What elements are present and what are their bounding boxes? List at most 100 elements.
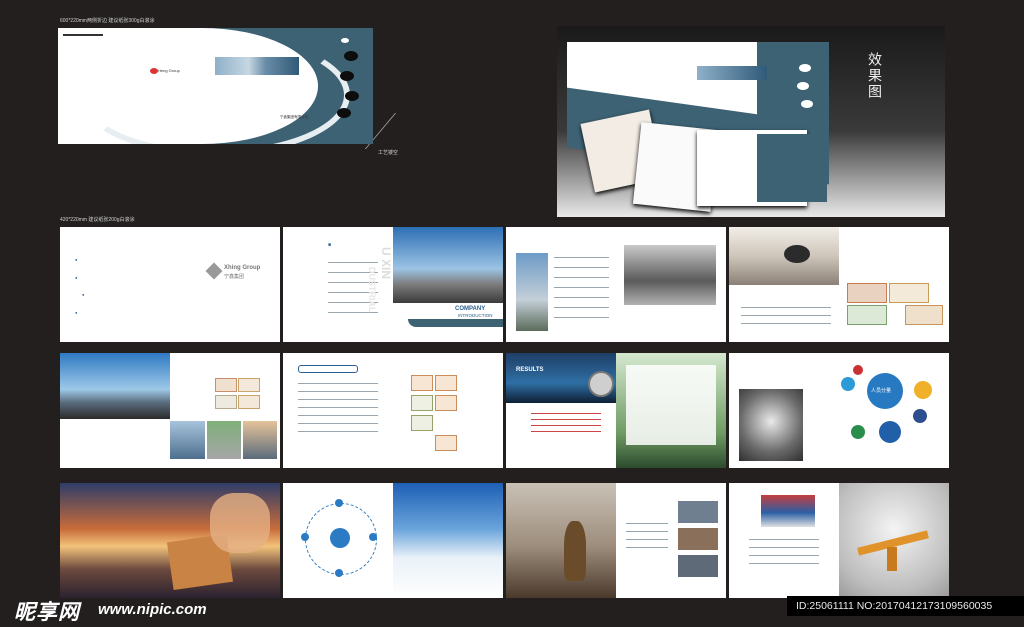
render-hole: [797, 82, 809, 90]
ring-dot: [301, 533, 309, 541]
section-tag: [298, 365, 358, 373]
text-line: [554, 297, 609, 299]
cover-logo-text: Heng Group: [158, 68, 180, 73]
certificate: [435, 375, 457, 391]
cutout-hole: [344, 51, 358, 61]
stopwatch-photo: [588, 371, 614, 397]
building-thumb: [170, 421, 205, 459]
certificate: [215, 378, 237, 392]
spread-people: 人员分量: [729, 353, 949, 468]
results-heading: RESULTS: [516, 367, 544, 373]
cutout-hole: [345, 91, 359, 101]
text-line: [554, 317, 609, 319]
text-line: [554, 307, 609, 309]
text-line: [554, 277, 609, 279]
bubble: [914, 381, 932, 399]
spread-results: RESULTS: [506, 353, 726, 468]
text-line: [298, 423, 378, 425]
certificate: [411, 415, 433, 431]
vase-shape: [564, 521, 586, 581]
image-id-box: ID:25061111 NO:20170412173109560035: [787, 596, 1024, 616]
certificate: [889, 283, 929, 303]
certificate: [215, 395, 237, 409]
text-line: [554, 287, 609, 289]
cover-building-photo: [215, 57, 299, 75]
ring-dot: [369, 533, 377, 541]
toc-item: ●: [82, 292, 85, 297]
text-line: [298, 407, 378, 409]
group-logo-en: Xhing Group: [224, 265, 261, 271]
certificate: [411, 395, 433, 411]
cutout-hole: [340, 71, 354, 81]
team-photo: [678, 528, 718, 550]
cover-flat: Heng Group 宁鑫集团有限公司: [58, 28, 373, 144]
intro-sub: INTRODUCTION: [458, 313, 493, 318]
certificate: [435, 435, 457, 451]
text-line: [298, 431, 378, 433]
certificate: [411, 375, 433, 391]
bubble: [913, 409, 927, 423]
spread-honor: [729, 227, 949, 342]
inner-spec-label: 420*220mm 建议纸张200g白滚涂: [60, 217, 135, 223]
intro-heading: COMPANY: [455, 306, 486, 312]
cover-arc: [78, 34, 350, 144]
text-line: [749, 547, 819, 549]
spread-staff: [729, 483, 949, 598]
text-line: [749, 555, 819, 557]
seesaw-base: [887, 547, 897, 571]
text-line: [626, 523, 668, 525]
tower-photo: [516, 253, 548, 331]
spread-culture: [506, 483, 726, 598]
cover-spec-label: 600*220mm两侧折边 建议纸张300g白滚涂: [60, 18, 155, 24]
people-label: 人员分量: [871, 388, 892, 394]
buildings-photo: [60, 353, 170, 419]
cutout-hole: [337, 108, 351, 118]
certificate: [847, 283, 887, 303]
text-line: [554, 267, 609, 269]
hand-shape: [784, 245, 810, 263]
spread-values: [283, 483, 503, 598]
cover-logo-icon: [150, 68, 158, 74]
bubble: [853, 365, 863, 375]
vase-photo: [506, 483, 616, 598]
effect-title: 效果图: [867, 52, 883, 100]
certificate: [905, 305, 943, 325]
spread-text-certs: [283, 353, 503, 468]
render-back: [757, 134, 827, 202]
text-line: [531, 431, 601, 433]
toc-item: ●: [75, 310, 78, 315]
render-cover-right: [757, 42, 829, 142]
toc-item: ●: [75, 275, 78, 280]
bubble: [879, 421, 901, 443]
certificate: [847, 305, 887, 325]
watermark-site-cn: 昵享网: [14, 601, 80, 624]
spread-toc: ● ● ● ● Xhing Group 宁鑫集团: [60, 227, 280, 342]
cover-back-logo: [341, 38, 349, 43]
text-line: [626, 547, 668, 549]
certificate: [238, 378, 260, 392]
certificate: [238, 395, 260, 409]
fists-photo: [739, 389, 803, 461]
results-table: [626, 365, 716, 445]
group-logo-icon: [205, 262, 223, 280]
text-line: [741, 315, 831, 317]
text-line: [298, 415, 378, 417]
text-line: [298, 383, 378, 385]
ring-dot: [335, 569, 343, 577]
watermark-site-url: www.nipic.com: [98, 601, 207, 618]
text-line: [749, 563, 819, 565]
ring-dot: [335, 499, 343, 507]
spread-buildings: [60, 353, 280, 468]
craft-note-label: 工艺镂空: [378, 150, 399, 156]
team-photo: [678, 501, 718, 523]
text-line: [741, 323, 831, 325]
spread-intro: ■ U XIN DUSTRIAL COMPANY INTRODUCTION: [283, 227, 503, 342]
cover-top-bar: [63, 34, 103, 36]
spread-profile: [506, 227, 726, 342]
render-hole: [801, 100, 813, 108]
text-line: [531, 425, 601, 427]
text-line: [749, 539, 819, 541]
text-line: [741, 307, 831, 309]
building-photo: [393, 227, 503, 303]
intro-swoosh: [408, 319, 503, 327]
